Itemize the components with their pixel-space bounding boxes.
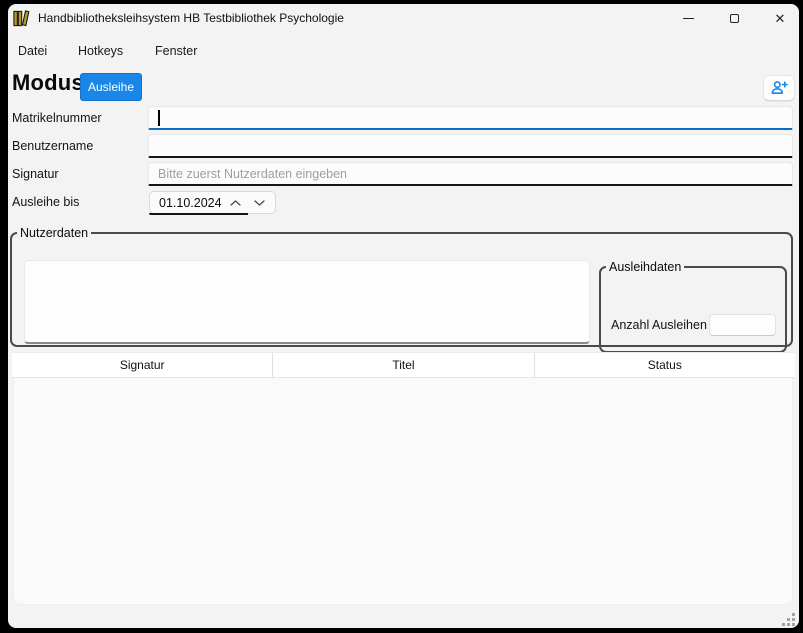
anzahl-ausleihen-label: Anzahl Ausleihen <box>611 318 707 332</box>
ausleihe-bis-spinner <box>149 191 276 214</box>
close-button[interactable]: ✕ <box>760 4 799 32</box>
date-spin-down-button[interactable] <box>247 192 271 213</box>
menu-item-datei[interactable]: Datei <box>18 40 47 62</box>
menu-item-fenster[interactable]: Fenster <box>155 40 197 62</box>
column-header-status[interactable]: Status <box>535 353 795 377</box>
maximize-button[interactable] <box>714 4 754 32</box>
benutzername-input[interactable] <box>148 134 793 158</box>
ausleihe-bis-input[interactable] <box>150 196 223 210</box>
chevron-down-icon <box>254 200 265 206</box>
text-caret <box>158 110 160 126</box>
ausleihdaten-groupbox: Ausleihdaten Anzahl Ausleihen <box>599 260 787 353</box>
nutzerdaten-groupbox: Nutzerdaten Ausleihdaten Anzahl Ausleihe… <box>10 226 793 347</box>
close-icon: ✕ <box>775 12 786 25</box>
menubar: Datei Hotkeys Fenster <box>8 40 799 62</box>
person-add-icon <box>771 80 788 96</box>
table-body-empty <box>13 378 793 605</box>
chevron-up-icon <box>230 200 241 206</box>
signatur-input[interactable] <box>148 162 793 186</box>
app-window: Handbibliotheksleihsystem HB Testbibliot… <box>8 4 799 628</box>
ausleihe-bis-label: Ausleihe bis <box>12 195 79 209</box>
column-header-titel[interactable]: Titel <box>273 353 534 377</box>
benutzername-label: Benutzername <box>12 139 93 153</box>
matrikelnummer-input[interactable] <box>148 106 793 130</box>
ausleihdaten-legend: Ausleihdaten <box>606 260 684 274</box>
date-spin-up-button[interactable] <box>223 192 247 213</box>
nutzerdaten-legend: Nutzerdaten <box>17 226 91 240</box>
nutzerdaten-textarea[interactable] <box>24 260 590 344</box>
menu-item-hotkeys[interactable]: Hotkeys <box>78 40 123 62</box>
books-icon <box>12 9 31 28</box>
table-header: Signatur Titel Status <box>12 352 795 378</box>
page-title: Modus <box>12 70 84 96</box>
matrikelnummer-label: Matrikelnummer <box>12 111 102 125</box>
signatur-label: Signatur <box>12 167 59 181</box>
mode-button-ausleihe[interactable]: Ausleihe <box>80 73 142 101</box>
minimize-icon <box>683 18 694 19</box>
maximize-icon <box>730 14 739 23</box>
resize-grip-icon[interactable] <box>782 613 796 627</box>
date-underline <box>149 213 248 215</box>
anzahl-ausleihen-input[interactable] <box>709 314 776 336</box>
column-header-signatur[interactable]: Signatur <box>12 353 273 377</box>
window-title: Handbibliotheksleihsystem HB Testbibliot… <box>38 11 344 25</box>
add-user-button[interactable] <box>763 75 795 101</box>
minimize-button[interactable] <box>668 4 708 32</box>
